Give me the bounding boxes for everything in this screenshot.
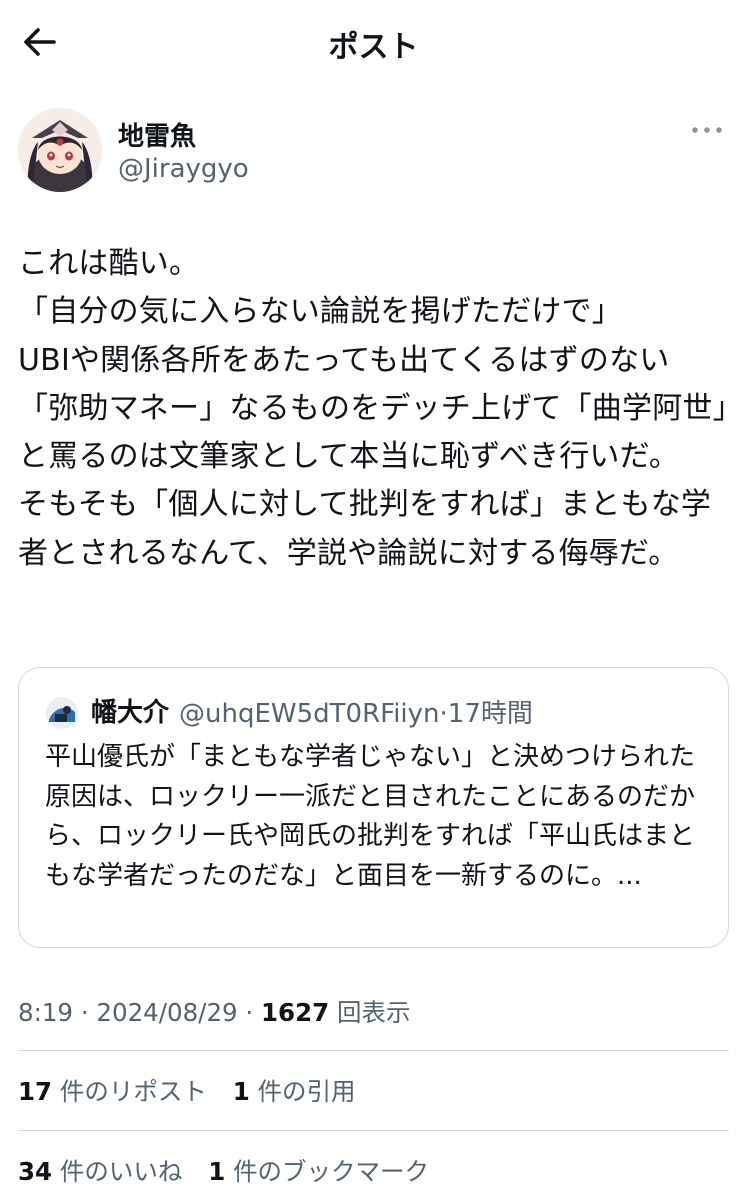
- divider: [18, 1050, 729, 1051]
- avatar-illustration: [18, 108, 102, 192]
- post-timestamp: 8:19 · 2024/08/29 · 1627 回表示: [18, 998, 411, 1027]
- avatar[interactable]: [18, 108, 102, 192]
- more-options-button[interactable]: [687, 120, 727, 140]
- likes-label: 件のいいね: [59, 1157, 183, 1186]
- quote-body-text: 平山優氏が「まともな学者じゃない」と決めつけられた原因は、ロックリー一派だと目さ…: [45, 742, 696, 891]
- post-date[interactable]: 2024/08/29: [96, 998, 237, 1027]
- likes-count: 34: [18, 1157, 53, 1186]
- meta-separator: ·: [439, 699, 448, 729]
- quote-author-name: 幡大介: [91, 698, 170, 728]
- quote-meta: @uhqEW5dT0RFiiyn·17時間: [179, 693, 533, 730]
- quote-avatar-illustration: [45, 696, 79, 730]
- reposts-stat[interactable]: 17 件のリポスト: [18, 1073, 207, 1108]
- page-title: ポスト: [328, 30, 419, 65]
- author-handle[interactable]: @Jiraygyo: [118, 154, 249, 184]
- more-horizontal-icon: [692, 127, 722, 133]
- quotes-stat[interactable]: 1 件の引用: [233, 1073, 356, 1108]
- quotes-count: 1: [232, 1077, 250, 1106]
- reposts-label: 件のリポスト: [59, 1077, 207, 1106]
- quote-author-handle: @uhqEW5dT0RFiiyn: [179, 699, 440, 729]
- bookmarks-count: 1: [208, 1157, 226, 1186]
- bookmarks-label: 件のブックマーク: [233, 1157, 430, 1186]
- author-display-name[interactable]: 地雷魚: [118, 116, 196, 153]
- reposts-count: 17: [18, 1077, 53, 1106]
- quoted-post-card[interactable]: 幡大介 @uhqEW5dT0RFiiyn·17時間 平山優氏が「まともな学者じゃ…: [18, 667, 729, 948]
- post-author: 地雷魚 @Jiraygyo: [18, 108, 729, 198]
- view-count-label: 回表示: [337, 998, 411, 1027]
- divider: [18, 1130, 729, 1131]
- engagement-row-1: 17 件のリポスト 1 件の引用: [18, 1073, 374, 1108]
- quote-avatar: [45, 696, 79, 730]
- post-body-text: これは酷い。 「自分の気に入らない論説を掲げただけで」 UBIや関係各所をあたっ…: [18, 246, 728, 571]
- quotes-label: 件の引用: [257, 1077, 356, 1106]
- top-bar: ポスト: [0, 0, 747, 86]
- likes-stat[interactable]: 34 件のいいね: [18, 1153, 182, 1188]
- bookmarks-stat[interactable]: 1 件のブックマーク: [208, 1153, 429, 1188]
- quote-time: 17時間: [447, 699, 533, 729]
- engagement-row-2: 34 件のいいね 1 件のブックマーク: [18, 1153, 447, 1188]
- view-count: 1627: [261, 998, 330, 1027]
- post-time[interactable]: 8:19: [18, 998, 73, 1027]
